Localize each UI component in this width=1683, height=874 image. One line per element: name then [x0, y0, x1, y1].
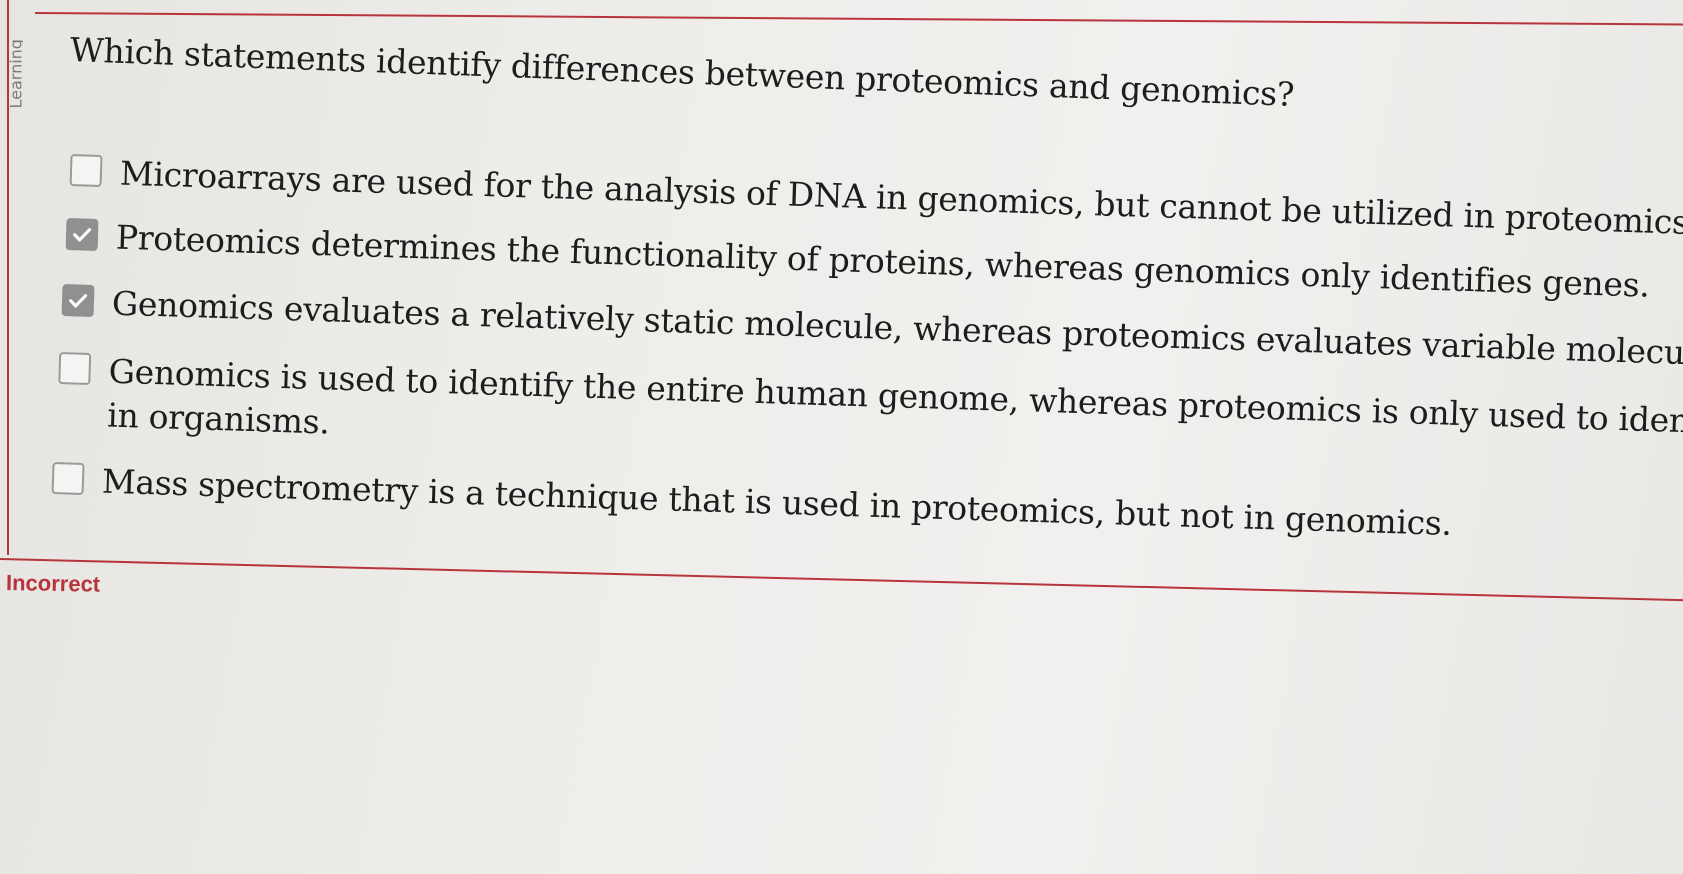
- sidebar-edge-label: Learning: [1, 0, 24, 110]
- checkmark-icon: [73, 228, 92, 242]
- feedback-border-bottom: [0, 558, 1683, 603]
- checkbox-unchecked[interactable]: [69, 154, 103, 187]
- feedback-border-left: [7, 0, 9, 555]
- question-prompt: Which statements identify differences be…: [69, 30, 1295, 114]
- checkbox-unchecked[interactable]: [58, 352, 92, 386]
- checkmark-icon: [69, 294, 88, 308]
- feedback-border-top: [34, 12, 1683, 26]
- result-status-label: Incorrect: [5, 570, 101, 597]
- checkbox-checked[interactable]: [61, 284, 95, 317]
- checkbox-unchecked[interactable]: [51, 462, 85, 495]
- checkbox-checked[interactable]: [65, 218, 99, 251]
